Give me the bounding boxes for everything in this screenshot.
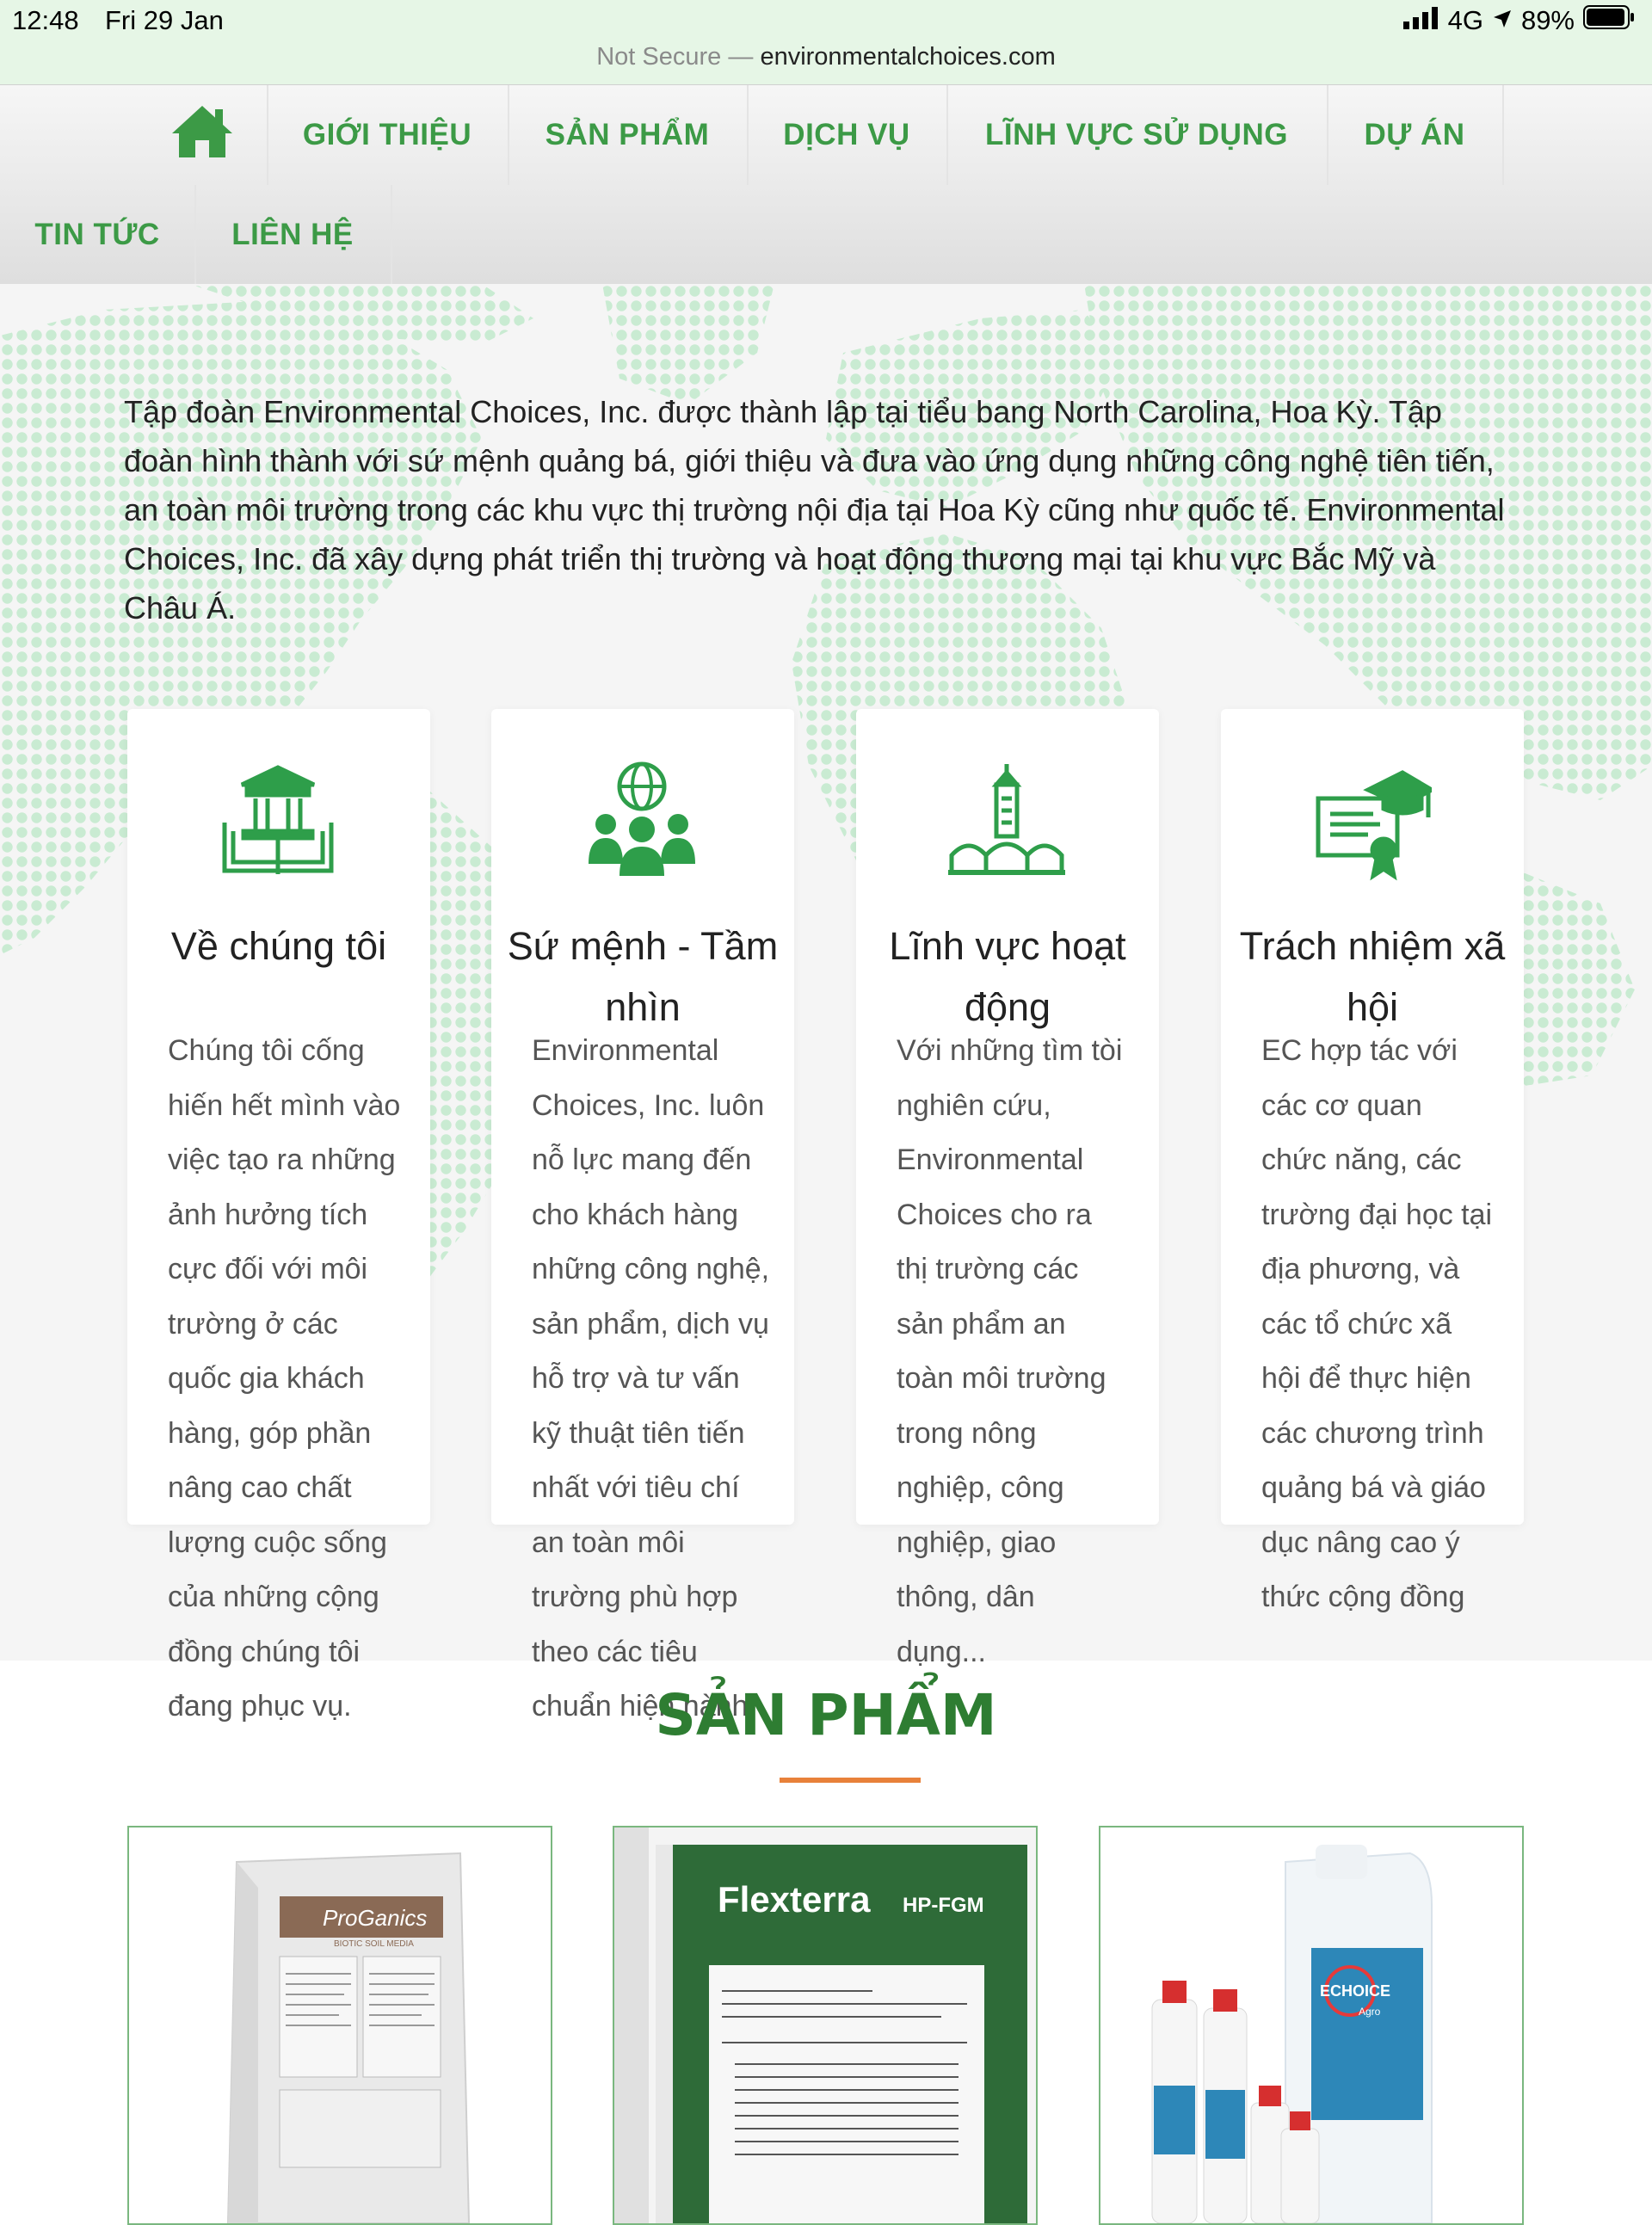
status-time: 12:48: [12, 5, 79, 35]
heading-underline: [780, 1778, 921, 1783]
echoice-bottles-image: ECHOICE Agro: [1151, 1845, 1433, 2223]
card-title: Lĩnh vực hoạt động: [889, 924, 1126, 1029]
product-brand: ProGanics: [323, 1905, 427, 1931]
card-description: Với những tìm tòi nghiên cứu, Environmen…: [897, 1034, 1123, 1668]
flexterra-bag-image: Flexterra HP-FGM: [614, 1827, 1036, 2223]
intro-paragraph: Tập đoàn Environmental Choices, Inc. đượ…: [124, 394, 1505, 626]
nav-item-gioi-thieu[interactable]: GIỚI THIỆU: [267, 85, 509, 185]
nav-item-dich-vu[interactable]: DỊCH VỤ: [747, 85, 948, 185]
card-title: Sứ mệnh - Tầm nhìn: [507, 924, 779, 1029]
nav-item-lien-he[interactable]: LIÊN HỆ: [194, 185, 392, 285]
nav-item-linh-vuc-su-dung[interactable]: LĨNH VỰC SỬ DỤNG: [946, 85, 1328, 185]
main-navigation: GIỚI THIỆU SẢN PHẨM DỊCH VỤ LĨNH VỰC SỬ …: [0, 84, 1652, 285]
product-subtitle: BIOTIC SOIL MEDIA: [334, 1939, 414, 1949]
card-description: Environmental Choices, Inc. luôn nỗ lực …: [532, 1034, 770, 1723]
product-card-echoice[interactable]: ECHOICE Agro: [1099, 1826, 1524, 2225]
status-date: Fri 29 Jan: [105, 5, 224, 35]
certificate-graduation-icon: [1311, 761, 1437, 881]
product-brand: Flexterra: [718, 1879, 871, 1920]
product-card-flexterra[interactable]: Flexterra HP-FGM: [613, 1826, 1038, 2225]
nav-item-tin-tuc[interactable]: TIN TỨC: [0, 185, 196, 285]
nav-item-du-an[interactable]: DỰ ÁN: [1327, 85, 1504, 185]
signal-icon: [1402, 5, 1439, 36]
network-type: 4G: [1447, 5, 1483, 35]
card-title: Về chúng tôi: [170, 924, 387, 968]
tower-bridge-icon: [946, 761, 1067, 881]
url-domain: environmentalchoices.com: [760, 43, 1056, 71]
institution-book-icon: [218, 761, 338, 881]
card-description: EC hợp tác với các cơ quan chức năng, cá…: [1261, 1034, 1493, 1613]
product-subtitle: HP-FGM: [903, 1894, 984, 1917]
battery-icon: [1583, 5, 1635, 36]
card-title: Trách nhiệm xã hội: [1239, 924, 1506, 1029]
proganics-bag-image: ProGanics BIOTIC SOIL MEDIA: [226, 1852, 471, 2223]
products-heading: SẢN PHẨM: [655, 1682, 997, 1748]
card-description: Chúng tôi cống hiến hết mình vào việc tạ…: [168, 1034, 401, 1723]
address-bar[interactable]: Not Secure — environmentalchoices.com: [0, 43, 1652, 71]
security-label: Not Secure: [596, 43, 722, 71]
url-separator: —: [728, 43, 754, 71]
location-arrow-icon: [1492, 5, 1513, 36]
product-subtitle: Agro: [1359, 2006, 1381, 2018]
status-bar: 12:48 Fri 29 Jan 4G 89% Not Secure — env…: [0, 0, 1652, 84]
nav-home[interactable]: [138, 85, 268, 185]
home-icon: [170, 104, 234, 167]
battery-percent: 89%: [1520, 5, 1575, 35]
nav-item-san-pham[interactable]: SẢN PHẨM: [508, 85, 749, 185]
product-card-proganics[interactable]: ProGanics BIOTIC SOIL MEDIA: [127, 1826, 552, 2225]
globe-people-icon: [582, 761, 702, 881]
product-brand: ECHOICE: [1320, 1982, 1390, 2000]
status-indicators: 4G 89%: [1402, 5, 1635, 36]
